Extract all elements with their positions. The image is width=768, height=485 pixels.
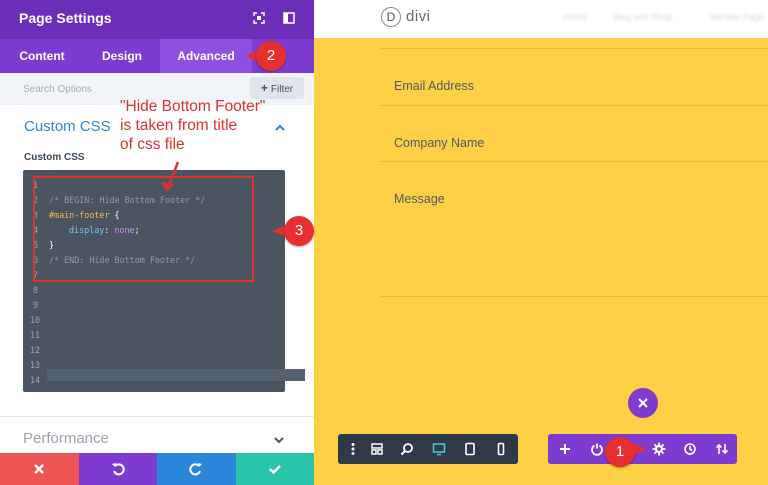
divi-logo-mark[interactable]: D — [381, 7, 401, 27]
line-number: 14 — [30, 375, 41, 385]
power-icon — [591, 443, 603, 456]
redo-icon — [189, 463, 202, 476]
step-badge-2: 2 — [256, 41, 286, 71]
expand-icon[interactable] — [252, 11, 266, 25]
undo-button[interactable] — [78, 453, 157, 485]
filter-label: Filter — [270, 84, 294, 95]
more-icon — [351, 443, 355, 455]
divi-logo-text[interactable]: divi — [406, 8, 431, 25]
history-button[interactable] — [675, 434, 705, 464]
email-address-field[interactable]: Email Address — [394, 79, 474, 93]
portability-button[interactable] — [707, 434, 737, 464]
line-number: 12 — [30, 345, 41, 355]
company-name-field[interactable]: Company Name — [394, 136, 484, 150]
desktop-icon — [432, 443, 446, 456]
wireframe-view-button[interactable] — [362, 434, 392, 464]
close-builder-button[interactable] — [628, 388, 658, 418]
badge-pointer — [633, 443, 647, 455]
step-badge-1: 1 — [605, 437, 635, 467]
zoom-button[interactable] — [392, 434, 422, 464]
wireframe-icon — [371, 443, 383, 455]
line-number: 8 — [33, 285, 39, 295]
settings-button[interactable] — [644, 434, 674, 464]
active-line-highlight — [47, 369, 305, 381]
annotation-line: of css file — [120, 136, 185, 153]
custom-css-field-label: Custom CSS — [24, 152, 85, 163]
form-divider — [380, 161, 768, 162]
panel-action-bar — [0, 453, 314, 485]
section-divider — [0, 416, 314, 417]
plus-icon: + — [260, 81, 268, 95]
performance-section-title[interactable]: Performance — [23, 430, 109, 447]
line-number: 13 — [30, 360, 41, 370]
nav-item[interactable]: Home — [563, 12, 587, 22]
line-number: 9 — [33, 300, 39, 310]
history-icon — [684, 443, 696, 455]
tablet-view-button[interactable] — [455, 434, 485, 464]
line-number: 10 — [30, 315, 41, 325]
annotation-callout: "Hide Bottom Footer" is taken from title… — [120, 97, 310, 154]
redo-button[interactable] — [157, 453, 236, 485]
form-divider — [380, 105, 768, 106]
message-field[interactable]: Message — [394, 192, 445, 206]
annotation-line: is taken from title — [120, 117, 238, 134]
chevron-down-icon[interactable] — [273, 434, 285, 446]
annotation-arrow-icon — [161, 161, 180, 192]
discard-button[interactable] — [0, 453, 79, 485]
tab-content[interactable]: Content — [0, 39, 84, 73]
filter-button[interactable]: + Filter — [250, 77, 304, 99]
step-badge-3: 3 — [284, 216, 314, 246]
line-number: 11 — [30, 330, 41, 340]
annotation-highlight-box — [33, 176, 254, 282]
portability-icon — [715, 443, 729, 455]
view-mode-toolbar — [338, 434, 518, 464]
custom-css-section-title[interactable]: Custom CSS — [24, 118, 111, 135]
page-preview — [314, 0, 768, 485]
sidebar-toggle-icon[interactable] — [282, 11, 296, 25]
desktop-view-button[interactable] — [424, 434, 454, 464]
tab-advanced[interactable]: Advanced — [160, 39, 252, 73]
tab-design[interactable]: Design — [84, 39, 160, 73]
plus-icon — [560, 444, 570, 454]
check-icon — [268, 465, 281, 475]
nav-item[interactable]: Blog and Shop — [613, 12, 672, 22]
close-icon — [638, 398, 648, 408]
form-divider — [380, 48, 768, 49]
gear-icon — [652, 442, 666, 456]
annotation-line: "Hide Bottom Footer" — [120, 98, 266, 115]
panel-header: Page Settings — [0, 0, 314, 39]
close-icon — [34, 464, 44, 474]
tablet-icon — [465, 442, 475, 456]
nav-item[interactable]: Sample Page — [710, 12, 764, 22]
zoom-icon — [400, 443, 413, 456]
form-divider — [380, 296, 768, 297]
phone-icon — [497, 442, 505, 456]
add-button[interactable] — [550, 434, 580, 464]
panel-title: Page Settings — [19, 10, 112, 26]
page-settings-panel: Page Settings Content Design Advanced +F… — [0, 0, 314, 485]
undo-icon — [111, 463, 125, 476]
phone-view-button[interactable] — [486, 434, 516, 464]
save-button[interactable] — [235, 453, 314, 485]
